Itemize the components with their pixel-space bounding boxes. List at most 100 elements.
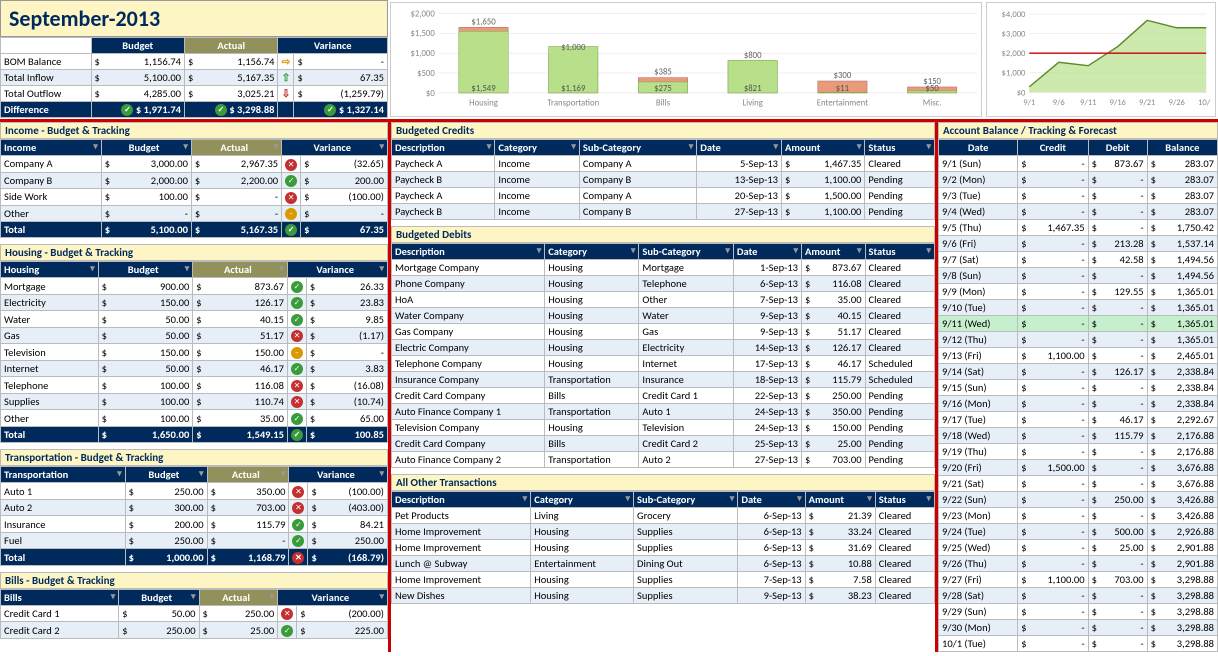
row-variance[interactable]: $225.00 [297,622,388,639]
acct-date[interactable]: 9/19 (Thu) [939,444,1018,460]
acct-debit[interactable]: $- [1088,444,1147,460]
row-budget[interactable]: $50.00 [98,360,193,377]
acct-credit[interactable]: $- [1018,268,1088,284]
tx-date[interactable]: 6-Sep-13 [733,276,801,292]
tx-desc[interactable]: Paycheck A [392,188,495,204]
acct-credit[interactable]: $- [1018,636,1088,652]
row-actual[interactable]: $126.17 [193,294,288,311]
filter-dropdown-icon[interactable]: ▾ [185,263,190,274]
row-variance[interactable]: $65.00 [306,410,387,427]
acct-debit[interactable]: $213.28 [1088,236,1147,252]
tx-col[interactable]: Category▾ [495,140,580,156]
acct-date[interactable]: 9/25 (Wed) [939,540,1018,556]
tx-date[interactable]: 6-Sep-13 [738,508,805,524]
tx-amt[interactable]: $35.00 [802,292,866,308]
tx-cat[interactable]: Housing [545,260,639,276]
tx-desc[interactable]: Home Improvement [392,524,531,540]
filter-dropdown-icon[interactable]: ▾ [797,493,802,504]
tx-sub[interactable]: Company A [579,188,696,204]
row-actual[interactable]: $- [191,189,281,206]
filter-dropdown-icon[interactable]: ▾ [571,141,576,152]
tx-col[interactable]: Sub-Category▾ [634,492,738,508]
acct-date[interactable]: 9/6 (Fri) [939,236,1018,252]
acct-debit[interactable]: $115.79 [1088,428,1147,444]
tx-sub[interactable]: Mortgage [639,260,733,276]
tx-sub[interactable]: Electricity [639,340,733,356]
tx-cat[interactable]: Transportation [545,404,639,420]
tx-sub[interactable]: Insurance [639,372,733,388]
acct-bal[interactable]: $1,365.01 [1147,332,1217,348]
tx-desc[interactable]: HoA [392,292,545,308]
col-budget[interactable]: Budget▾ [119,589,199,605]
acct-bal[interactable]: $2,176.88 [1147,444,1217,460]
tx-desc[interactable]: Television Company [392,420,545,436]
acct-credit[interactable]: $- [1018,476,1088,492]
row-cat[interactable]: Credit Card 1 [1,605,119,622]
acct-bal[interactable]: $1,537.14 [1147,236,1217,252]
tx-date[interactable]: 14-Sep-13 [733,340,801,356]
acct-credit[interactable]: $- [1018,156,1088,172]
row-cat[interactable]: Insurance [1,516,126,533]
row-actual[interactable]: $250.00 [199,605,278,622]
row-actual[interactable]: $2,200.00 [191,172,281,189]
filter-dropdown-icon[interactable]: ▾ [725,245,730,256]
tx-col[interactable]: Date▾ [738,492,805,508]
acct-debit[interactable]: $- [1088,348,1147,364]
filter-dropdown-icon[interactable]: ▾ [90,263,95,274]
tx-sub[interactable]: Internet [639,356,733,372]
filter-dropdown-icon[interactable]: ▾ [111,591,116,602]
acct-date[interactable]: 9/5 (Thu) [939,220,1018,236]
acct-credit[interactable]: $1,100.00 [1018,348,1088,364]
tx-desc[interactable]: Mortgage Company [392,260,545,276]
acct-debit[interactable]: $42.58 [1088,252,1147,268]
acct-debit[interactable]: $- [1088,268,1147,284]
acct-bal[interactable]: $3,426.88 [1147,492,1217,508]
tx-status[interactable]: Pending [865,388,934,404]
tx-cat[interactable]: Housing [545,420,639,436]
row-cat[interactable]: Internet [1,360,99,377]
acct-col-date[interactable]: Date [939,140,1018,156]
tx-amt[interactable]: $7.58 [805,572,875,588]
row-budget[interactable]: $900.00 [98,278,193,295]
acct-date[interactable]: 10/1 (Tue) [939,636,1018,652]
tx-cat[interactable]: Housing [545,356,639,372]
tx-cat[interactable]: Housing [531,524,634,540]
acct-debit[interactable]: $873.67 [1088,156,1147,172]
tx-col[interactable]: Status▾ [865,140,935,156]
tx-status[interactable]: Cleared [865,292,934,308]
acct-bal[interactable]: $3,298.88 [1147,620,1217,636]
tx-desc[interactable]: Phone Company [392,276,545,292]
row-variance[interactable]: $- [306,344,387,361]
acct-bal[interactable]: $2,465.01 [1147,348,1217,364]
tx-cat[interactable]: Housing [545,340,639,356]
tx-cat[interactable]: Entertainment [531,556,634,572]
tx-sub[interactable]: Company B [579,204,696,220]
row-actual[interactable]: $115.79 [207,516,289,533]
acct-bal[interactable]: $2,338.84 [1147,380,1217,396]
filter-dropdown-icon[interactable]: ▾ [537,245,542,256]
tx-sub[interactable]: Telephone [639,276,733,292]
tx-date[interactable]: 9-Sep-13 [738,588,805,604]
row-variance[interactable]: $3.83 [306,360,387,377]
acct-credit[interactable]: $- [1018,588,1088,604]
tx-desc[interactable]: Credit Card Company [392,436,545,452]
acct-credit[interactable]: $1,500.00 [1018,460,1088,476]
tx-col[interactable]: Status▾ [875,492,934,508]
tx-cat[interactable]: Bills [545,388,639,404]
acct-credit[interactable]: $1,467.35 [1018,220,1088,236]
filter-dropdown-icon[interactable]: ▾ [191,591,196,602]
tx-status[interactable]: Pending [865,436,934,452]
acct-date[interactable]: 9/10 (Tue) [939,300,1018,316]
acct-credit[interactable]: $- [1018,428,1088,444]
acct-debit[interactable]: $- [1088,556,1147,572]
tx-cat[interactable]: Income [495,188,580,204]
tx-amt[interactable]: $150.00 [802,420,866,436]
acct-col-balance[interactable]: Balance [1147,140,1217,156]
row-variance[interactable]: $(1.17) [306,327,387,344]
row-actual[interactable]: $46.17 [193,360,288,377]
filter-dropdown-icon[interactable]: ▾ [379,141,384,152]
acct-credit[interactable]: $- [1018,172,1088,188]
filter-dropdown-icon[interactable]: ▾ [689,141,694,152]
tx-amt[interactable]: $116.08 [802,276,866,292]
tx-status[interactable]: Pending [865,172,935,188]
